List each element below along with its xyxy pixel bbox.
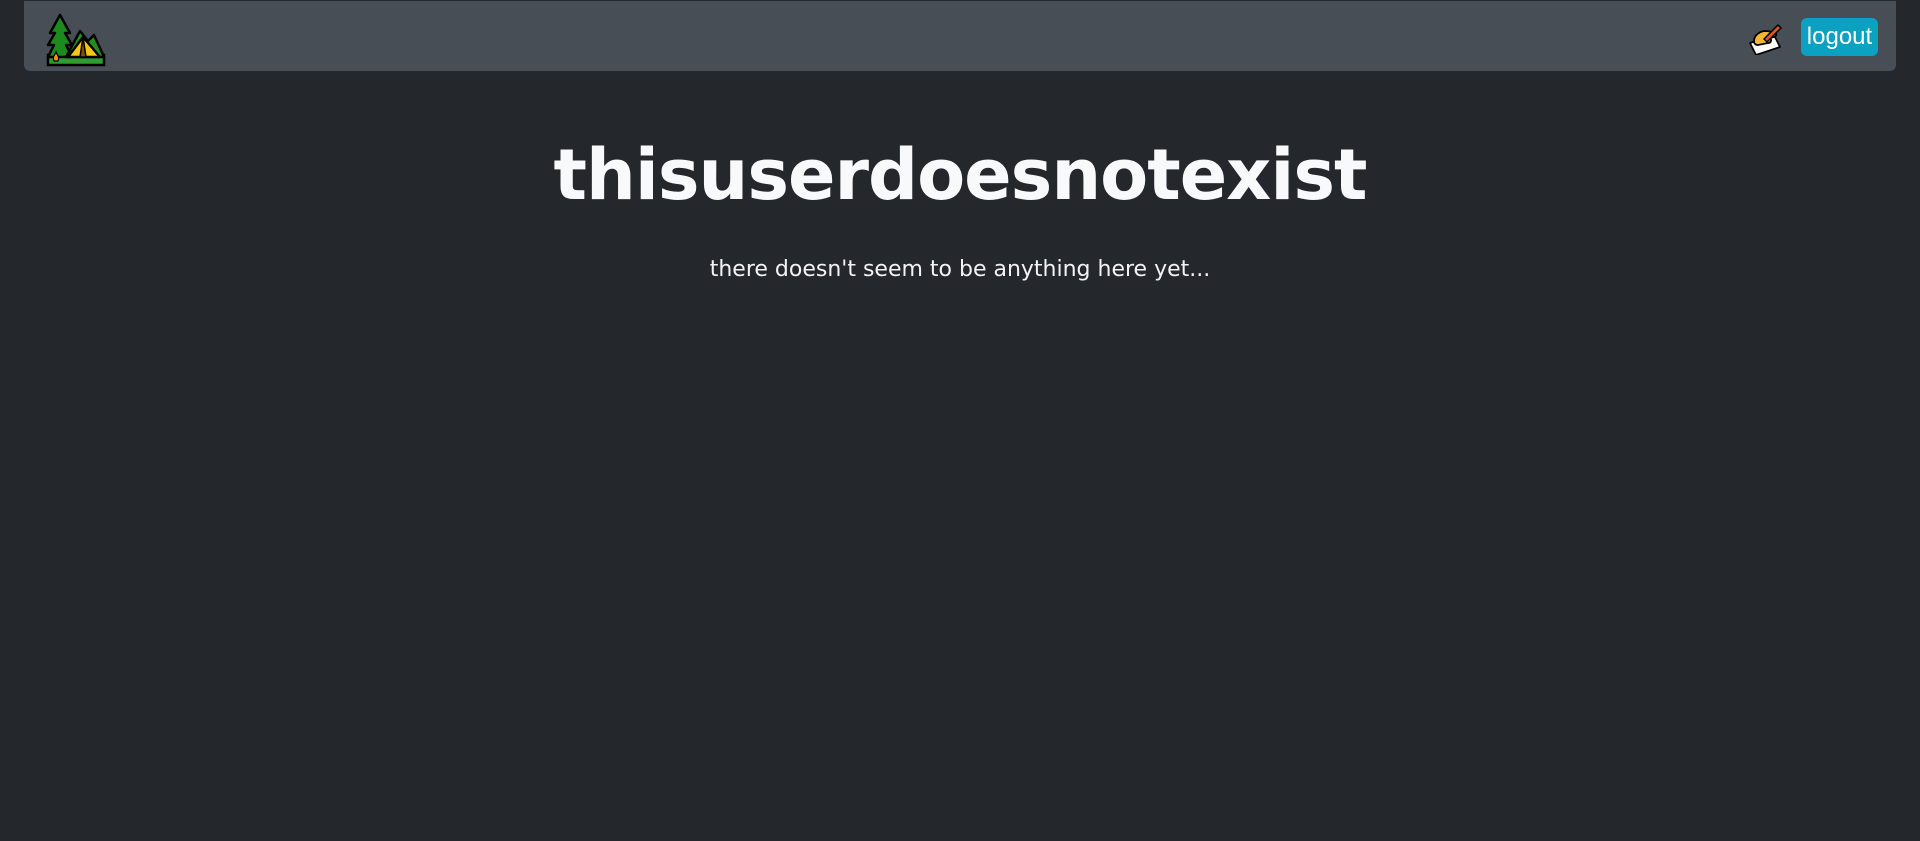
- camping-tent-icon: [46, 13, 106, 67]
- page-title: thisuserdoesnotexist: [553, 134, 1368, 216]
- profile-main: thisuserdoesnotexist there doesn't seem …: [0, 71, 1920, 285]
- write-post-link[interactable]: [1744, 21, 1784, 56]
- writing-hand-icon: [1749, 24, 1782, 56]
- top-navbar: logout: [24, 1, 1896, 71]
- logout-button[interactable]: logout: [1801, 18, 1878, 56]
- home-logo-link[interactable]: [46, 11, 106, 67]
- empty-state-message: there doesn't seem to be anything here y…: [709, 257, 1211, 282]
